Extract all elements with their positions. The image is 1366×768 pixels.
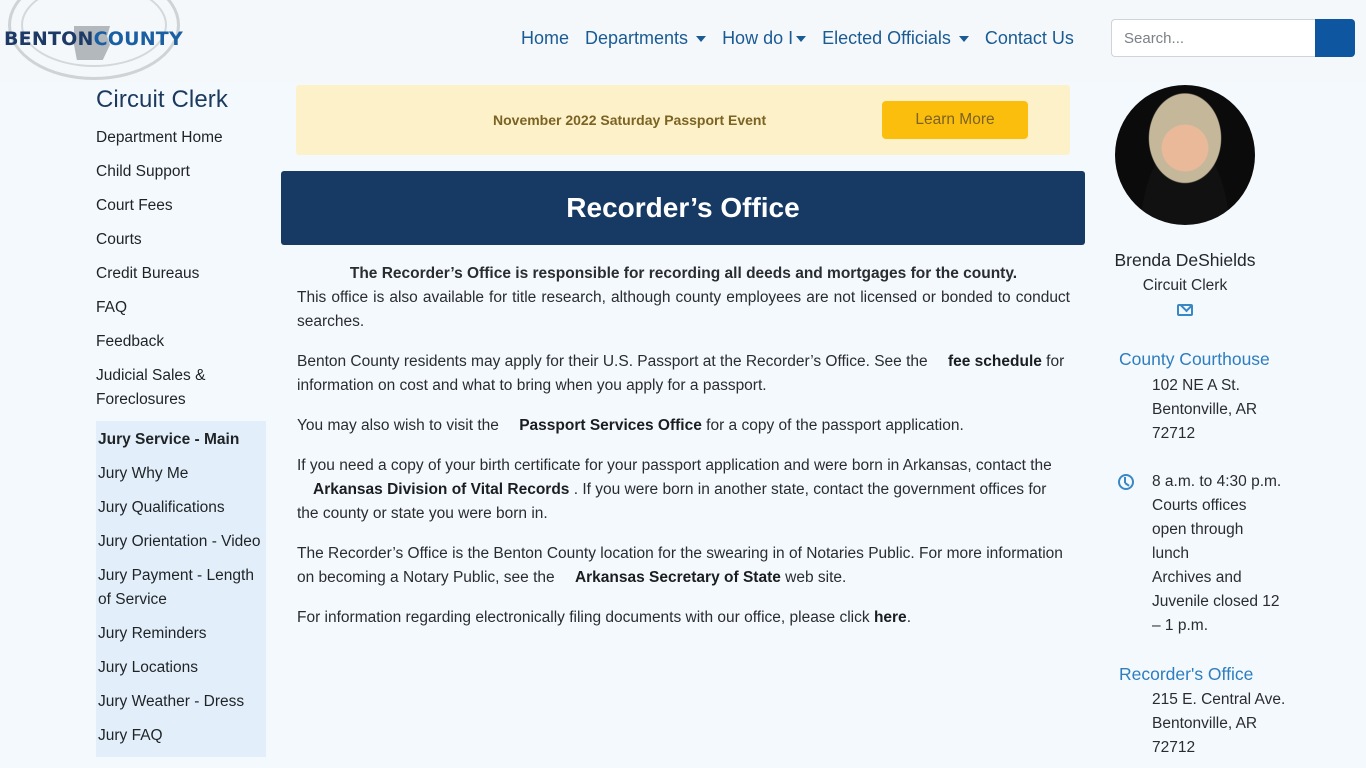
- fee-schedule-link[interactable]: fee schedule: [948, 353, 1042, 370]
- search-form: [1111, 19, 1355, 57]
- hours-line: Juvenile closed 12: [1152, 593, 1280, 610]
- sidebar-title: Circuit Clerk: [96, 86, 228, 113]
- sidebar-item-feedback[interactable]: Feedback: [96, 325, 266, 359]
- learn-more-button[interactable]: Learn More: [882, 101, 1028, 139]
- paragraph-notaries: The Recorder’s Office is the Benton Coun…: [297, 542, 1070, 590]
- courthouse-hours: 8 a.m. to 4:30 p.m. Courts offices open …: [1152, 470, 1292, 638]
- address-line: 215 E. Central Ave.: [1152, 691, 1286, 708]
- paragraph-text: .: [906, 609, 911, 626]
- sidebar-item-courts[interactable]: Courts: [96, 223, 266, 257]
- recorders-office-address: 215 E. Central Ave. Bentonville, AR 7271…: [1152, 688, 1292, 760]
- nav-departments[interactable]: Departments: [585, 28, 707, 49]
- location-title-recorders-office[interactable]: Recorder's Office: [1119, 664, 1253, 685]
- nav-contact-us[interactable]: Contact Us: [985, 28, 1074, 49]
- nav-home[interactable]: Home: [521, 28, 569, 49]
- hours-line: lunch: [1152, 545, 1190, 562]
- passport-services-office-link[interactable]: Passport Services Office: [519, 417, 702, 434]
- vital-records-link[interactable]: Arkansas Division of Vital Records: [313, 481, 569, 498]
- lead-paragraph: The Recorder’s Office is responsible for…: [349, 265, 1018, 282]
- address-line: 72712: [1152, 739, 1196, 756]
- sidebar-item-jury-why-me[interactable]: Jury Why Me: [98, 457, 266, 491]
- paragraph-efiling: For information regarding electronically…: [297, 606, 1070, 630]
- efiling-here-link[interactable]: here: [874, 609, 907, 626]
- site-logo[interactable]: BENTONCOUNTY: [2, 0, 183, 82]
- event-banner-text: November 2022 Saturday Passport Event: [493, 112, 767, 128]
- jury-subnav: Jury Service - Main Jury Why Me Jury Qua…: [96, 421, 266, 757]
- paragraph-text: If you need a copy of your birth certifi…: [297, 457, 1052, 474]
- page-title: Recorder’s Office: [566, 192, 800, 223]
- sidebar-item-faq[interactable]: FAQ: [96, 291, 266, 325]
- sidebar-item-jury-qualifications[interactable]: Jury Qualifications: [98, 491, 266, 525]
- address-line: 102 NE A St.: [1152, 377, 1240, 394]
- sidebar-item-jury-orientation[interactable]: Jury Orientation - Video: [98, 525, 266, 559]
- paragraph-text: for a copy of the passport application.: [701, 417, 964, 434]
- location-title-courthouse[interactable]: County Courthouse: [1119, 349, 1270, 370]
- logo-word-benton: BENTON: [4, 28, 94, 50]
- page-title-bar: Recorder’s Office: [281, 171, 1085, 245]
- official-photo: [1115, 85, 1255, 225]
- paragraph-birth-certificate: If you need a copy of your birth certifi…: [297, 454, 1070, 526]
- hours-line: open through: [1152, 521, 1244, 538]
- caret-down-icon: [958, 35, 969, 42]
- page-content: The Recorder’s Office is responsible for…: [297, 262, 1070, 646]
- envelope-icon[interactable]: [1177, 304, 1193, 316]
- search-button[interactable]: [1315, 19, 1355, 57]
- sidebar-item-department-home[interactable]: Department Home: [96, 121, 266, 155]
- main-nav: Home Departments How do I Elected Offici…: [521, 28, 1090, 49]
- clock-icon: [1118, 474, 1134, 490]
- hours-line: 8 a.m. to 4:30 p.m.: [1152, 473, 1282, 490]
- search-input[interactable]: [1111, 19, 1315, 57]
- paragraph-text: You may also wish to visit the: [297, 417, 504, 434]
- official-title: Circuit Clerk: [1142, 277, 1228, 294]
- caret-down-icon: [696, 35, 707, 42]
- official-name: Brenda DeShields: [1114, 250, 1256, 270]
- paragraph-passport: Benton County residents may apply for th…: [297, 350, 1070, 398]
- nav-how-do-i-label: How do I: [722, 28, 794, 48]
- sidebar-item-child-support[interactable]: Child Support: [96, 155, 266, 189]
- sidebar-item-jury-faq[interactable]: Jury FAQ: [98, 719, 266, 753]
- paragraph-title-research: This office is also available for title …: [297, 289, 1070, 330]
- logo-wordmark: BENTONCOUNTY: [4, 28, 183, 50]
- logo-word-county: COUNTY: [93, 28, 183, 50]
- nav-departments-label: Departments: [585, 28, 689, 48]
- hours-line: – 1 p.m.: [1152, 617, 1208, 634]
- hours-line: Archives and: [1152, 569, 1242, 586]
- caret-down-icon: [796, 35, 807, 42]
- paragraph-text: For information regarding electronically…: [297, 609, 874, 626]
- sidebar-item-court-fees[interactable]: Court Fees: [96, 189, 266, 223]
- nav-elected-officials[interactable]: Elected Officials: [822, 28, 969, 49]
- nav-elected-officials-label: Elected Officials: [822, 28, 951, 48]
- department-sidebar: Circuit Clerk Department Home Child Supp…: [96, 86, 266, 757]
- hours-line: Courts offices: [1152, 497, 1247, 514]
- paragraph-text: web site.: [780, 569, 847, 586]
- sidebar-item-jury-weather[interactable]: Jury Weather - Dress: [98, 685, 266, 719]
- paragraph-text: Benton County residents may apply for th…: [297, 353, 932, 370]
- site-header: BENTONCOUNTY Home Departments How do I E…: [0, 0, 1366, 82]
- address-line: Bentonville, AR: [1152, 715, 1258, 732]
- paragraph-passport-services: You may also wish to visit the Passport …: [297, 414, 1070, 438]
- courthouse-address: 102 NE A St. Bentonville, AR 72712: [1152, 374, 1292, 446]
- address-line: Bentonville, AR: [1152, 401, 1258, 418]
- sidebar-item-jury-service-main[interactable]: Jury Service - Main: [98, 423, 266, 457]
- sidebar-nav: Department Home Child Support Court Fees…: [96, 121, 266, 417]
- sidebar-item-credit-bureaus[interactable]: Credit Bureaus: [96, 257, 266, 291]
- secretary-of-state-link[interactable]: Arkansas Secretary of State: [575, 569, 781, 586]
- nav-home-label: Home: [521, 28, 570, 48]
- sidebar-item-jury-reminders[interactable]: Jury Reminders: [98, 617, 266, 651]
- nav-how-do-i[interactable]: How do I: [722, 28, 807, 49]
- sidebar-item-jury-locations[interactable]: Jury Locations: [98, 651, 266, 685]
- nav-contact-us-label: Contact Us: [984, 28, 1074, 48]
- address-line: 72712: [1152, 425, 1196, 442]
- event-banner: November 2022 Saturday Passport Event Le…: [296, 85, 1070, 155]
- sidebar-item-jury-payment[interactable]: Jury Payment - Length of Service: [98, 559, 266, 617]
- sidebar-item-judicial-sales[interactable]: Judicial Sales & Foreclosures: [96, 359, 266, 417]
